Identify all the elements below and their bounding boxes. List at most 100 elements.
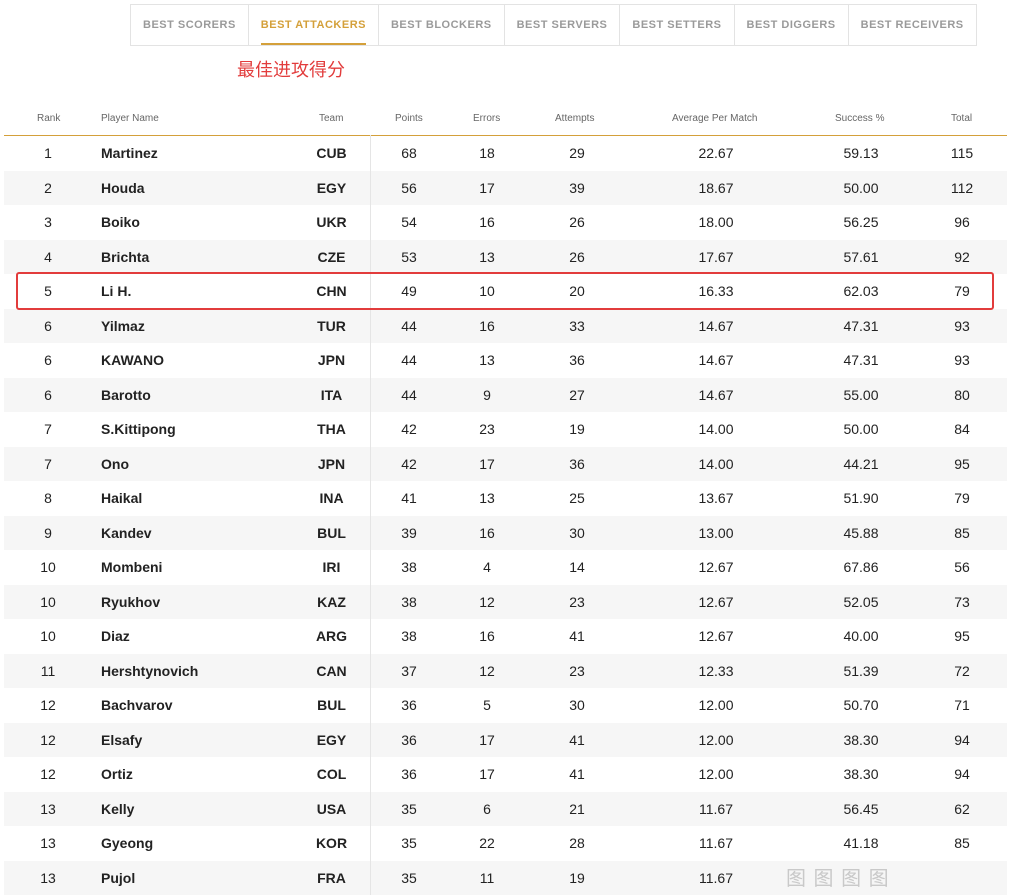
cell-errors: 17 (479, 731, 495, 748)
cell-team: TUR (317, 317, 346, 334)
cell-errors: 13 (479, 352, 495, 368)
cell-name[interactable]: Martinez (101, 136, 158, 171)
cell-rank: 6 (44, 386, 52, 403)
cell-total: 96 (954, 214, 970, 230)
cell-name[interactable]: Kandev (101, 516, 152, 551)
cell-points: 53 (401, 248, 417, 265)
cell-team: ARG (315, 628, 348, 644)
cell-avg: 18.67 (698, 179, 734, 196)
highlight-box (16, 272, 994, 310)
cell-errors: 6 (483, 800, 491, 817)
cell-points: 42 (401, 455, 417, 472)
cell-errors: 23 (479, 421, 495, 437)
cell-name[interactable]: Ono (101, 447, 129, 482)
cell-total: 95 (954, 628, 970, 644)
cell-rank: 1 (44, 145, 52, 161)
cell-points: 44 (401, 386, 417, 403)
cell-attempts: 21 (569, 800, 585, 817)
cell-errors: 12 (479, 662, 495, 679)
cell-name[interactable]: Boiko (101, 205, 140, 240)
cell-name[interactable]: Barotto (101, 378, 151, 413)
watermark: 图 图 图 图 (786, 868, 890, 890)
table-row: 11 Hershtynovich CAN 37 12 23 12.33 51.39 72 (4, 653, 1007, 689)
tab-best-servers[interactable]: BEST SERVERS (505, 5, 621, 45)
cell-points: 35 (401, 869, 417, 886)
table-row: 13 Gyeong KOR 35 22 28 11.67 41.18 85 (4, 826, 1007, 861)
cell-name[interactable]: Diaz (101, 619, 130, 654)
cell-team: KOR (315, 835, 348, 851)
tab-best-diggers[interactable]: BEST DIGGERS (735, 5, 849, 45)
cell-avg: 22.67 (698, 145, 734, 161)
cell-team: EGY (316, 179, 347, 196)
cell-rank: 3 (44, 214, 52, 230)
cell-avg: 12.67 (698, 628, 734, 644)
cell-name[interactable]: Bachvarov (101, 688, 173, 723)
cell-success: 41.18 (843, 835, 879, 851)
cell-total: 93 (954, 352, 970, 368)
cell-avg: 13.67 (698, 490, 734, 506)
cell-name[interactable]: KAWANO (101, 343, 164, 378)
cell-avg: 11.67 (699, 869, 733, 886)
cell-name[interactable]: Ryukhov (101, 585, 160, 620)
cell-rank: 10 (40, 559, 56, 575)
cell-success: 50.70 (843, 697, 879, 713)
cell-rank: 9 (44, 524, 52, 541)
cell-avg: 12.00 (698, 766, 734, 782)
tab-best-scorers[interactable]: BEST SCORERS (131, 5, 249, 45)
cell-team: JPN (317, 455, 346, 472)
cell-team: THA (317, 421, 346, 437)
tab-best-blockers[interactable]: BEST BLOCKERS (379, 5, 505, 45)
tab-best-setters[interactable]: BEST SETTERS (620, 5, 735, 45)
tab-best-attackers[interactable]: BEST ATTACKERS (249, 5, 379, 45)
cell-rank: 2 (44, 179, 52, 196)
cell-total: 56 (954, 559, 970, 575)
col-avg-header: Average Per Match (672, 113, 758, 124)
cell-name[interactable]: S.Kittipong (101, 412, 176, 447)
col-total-header: Total (951, 113, 973, 124)
cell-name[interactable]: Haikal (101, 481, 142, 516)
cell-errors: 22 (479, 835, 495, 851)
cell-attempts: 33 (569, 317, 585, 334)
cell-name[interactable]: Pujol (101, 861, 135, 895)
cell-success: 38.30 (843, 766, 879, 782)
cell-success: 50.00 (843, 421, 879, 437)
cell-name[interactable]: Mombeni (101, 550, 162, 585)
cell-name[interactable]: Ortiz (101, 757, 133, 792)
cell-avg: 17.67 (698, 248, 734, 265)
cell-attempts: 19 (569, 869, 585, 886)
col-success-header: Success % (835, 113, 885, 124)
cell-name[interactable]: Brichta (101, 240, 149, 275)
cell-total: 72 (954, 662, 970, 679)
cell-success: 56.45 (843, 800, 879, 817)
cell-total: 85 (954, 524, 970, 541)
cell-success: 55.00 (843, 386, 879, 403)
cell-avg: 14.67 (698, 317, 734, 334)
annotation-label: 最佳进攻得分 (237, 60, 345, 81)
cell-name[interactable]: Elsafy (101, 723, 142, 758)
tab-best-receivers[interactable]: BEST RECEIVERS (849, 5, 976, 45)
cell-errors: 4 (483, 559, 491, 575)
cell-name[interactable]: Kelly (101, 792, 134, 827)
cell-team: CAN (316, 662, 347, 679)
cell-success: 47.31 (843, 352, 879, 368)
cell-total: 84 (954, 421, 970, 437)
cell-name[interactable]: Gyeong (101, 826, 153, 861)
cell-errors: 17 (479, 766, 495, 782)
cell-name[interactable]: Houda (101, 171, 145, 206)
cell-name[interactable]: Yilmaz (101, 309, 145, 344)
cell-attempts: 39 (569, 179, 585, 196)
cell-rank: 7 (44, 455, 52, 472)
stats-table: Rank Player Name Team Points Errors Atte… (4, 104, 1007, 895)
cell-errors: 13 (479, 248, 495, 265)
cell-errors: 16 (479, 628, 495, 644)
cell-total: 112 (950, 179, 974, 196)
column-divider (370, 135, 371, 895)
cell-avg: 14.00 (698, 421, 734, 437)
cell-avg: 13.00 (698, 524, 734, 541)
cell-points: 54 (401, 214, 417, 230)
cell-team: UKR (316, 214, 347, 230)
cell-name[interactable]: Hershtynovich (101, 654, 198, 689)
cell-total: 73 (954, 593, 970, 610)
cell-team: CZE (317, 248, 346, 265)
cell-success: 45.88 (843, 524, 879, 541)
